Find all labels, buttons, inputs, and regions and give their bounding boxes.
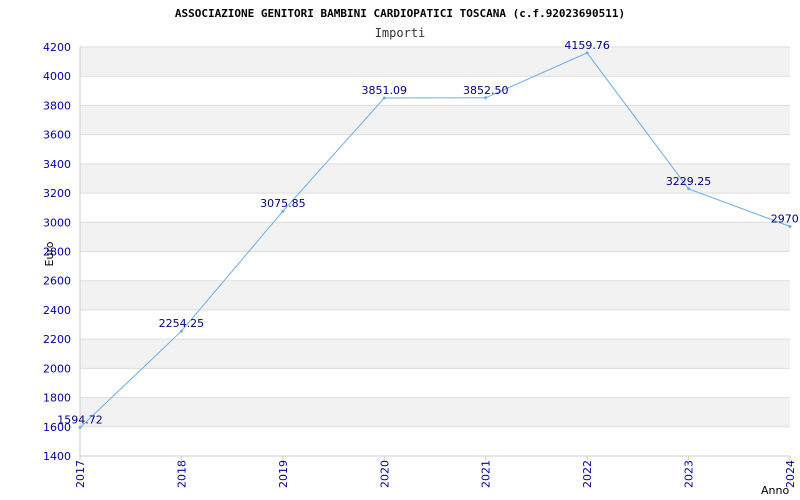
x-tick-label: 2017 (74, 460, 87, 488)
x-tick-label: 2022 (581, 460, 594, 488)
x-axis-ticks: 2017 2018 2019 2020 2021 2022 2023 2024 (74, 456, 797, 488)
x-tick-label: 2023 (683, 460, 696, 488)
data-label: 3229.25 (666, 175, 712, 188)
grid-band (80, 105, 790, 135)
grid-band (80, 339, 790, 369)
data-label: 1594.72 (57, 414, 103, 427)
grid-band (80, 222, 790, 252)
grid-band (80, 47, 790, 77)
y-tick-label: 1400 (43, 450, 71, 463)
data-label: 2254.25 (159, 317, 205, 330)
y-tick-label: 2000 (43, 362, 71, 375)
y-tick-label: 3600 (43, 129, 71, 142)
y-tick-label: 3800 (43, 99, 71, 112)
y-tick-label: 4000 (43, 70, 71, 83)
x-tick-label: 2019 (277, 460, 290, 488)
data-label: 3852.50 (463, 84, 509, 97)
chart: ASSOCIAZIONE GENITORI BAMBINI CARDIOPATI… (43, 7, 800, 497)
grid-band (80, 368, 790, 398)
y-tick-label: 3000 (43, 216, 71, 229)
grid-band (80, 134, 790, 164)
y-tick-label: 3400 (43, 158, 71, 171)
y-tick-label: 2600 (43, 275, 71, 288)
data-label: 3851.09 (362, 84, 408, 97)
grid-band (80, 193, 790, 223)
x-axis-label: Anno (761, 484, 789, 497)
x-tick-label: 2021 (480, 460, 493, 488)
data-label: 3075.85 (260, 197, 306, 210)
y-tick-label: 4200 (43, 41, 71, 54)
y-tick-label: 2200 (43, 333, 71, 346)
y-tick-label: 3200 (43, 187, 71, 200)
data-label: 2970.9 (771, 213, 800, 226)
chart-subtitle: Importi (375, 26, 426, 40)
y-tick-label: 1800 (43, 392, 71, 405)
grid-band (80, 397, 790, 427)
grid-band (80, 76, 790, 106)
chart-title: ASSOCIAZIONE GENITORI BAMBINI CARDIOPATI… (175, 7, 625, 20)
x-tick-label: 2020 (378, 460, 391, 488)
data-label: 4159.76 (564, 39, 610, 52)
grid-band (80, 280, 790, 310)
x-tick-label: 2018 (175, 460, 188, 488)
y-tick-label: 2400 (43, 304, 71, 317)
y-axis-label: Euro (43, 241, 56, 266)
grid-band (80, 426, 790, 456)
grid-band (80, 251, 790, 281)
